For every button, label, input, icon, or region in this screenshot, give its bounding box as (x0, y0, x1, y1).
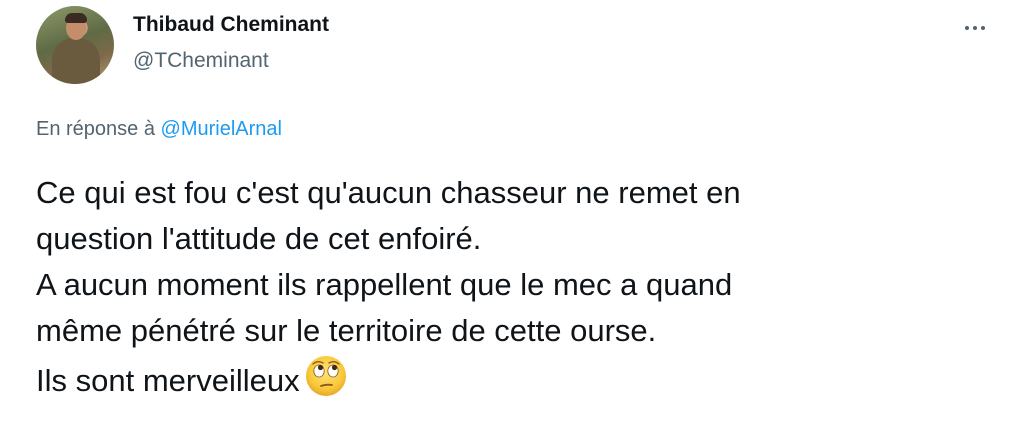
tweet-text-line: Ce qui est fou c'est qu'aucun chasseur n… (36, 175, 741, 210)
face-with-rolling-eyes-emoji (305, 356, 346, 396)
more-dot (981, 26, 985, 30)
author-name[interactable]: Thibaud Cheminant (133, 13, 329, 37)
more-dot (973, 26, 977, 30)
tweet-text-line: même pénétré sur le territoire de cette … (36, 313, 657, 348)
reply-mention-link[interactable]: @MurielArnal (161, 118, 282, 140)
tweet-card: Thibaud Cheminant @TCheminant En réponse… (0, 0, 1024, 429)
tweet-text-last-line: Ils sont merveilleux (36, 354, 996, 404)
author-avatar[interactable] (36, 6, 114, 84)
tweet-text-line: Ils sont merveilleux (36, 363, 300, 398)
avatar-hair-shape (65, 13, 87, 23)
author-handle[interactable]: @TCheminant (133, 49, 269, 73)
tweet-text-line: A aucun moment ils rappellent que le mec… (36, 267, 733, 302)
reply-context: En réponse à @MurielArnal (36, 118, 282, 141)
avatar-body-shape (52, 38, 100, 84)
reply-prefix: En réponse à (36, 118, 155, 140)
tweet-text: Ce qui est fou c'est qu'aucun chasseur n… (36, 170, 996, 404)
more-horizontal-icon[interactable] (958, 16, 992, 40)
more-dot (965, 26, 969, 30)
tweet-text-line: question l'attitude de cet enfoiré. (36, 221, 482, 256)
